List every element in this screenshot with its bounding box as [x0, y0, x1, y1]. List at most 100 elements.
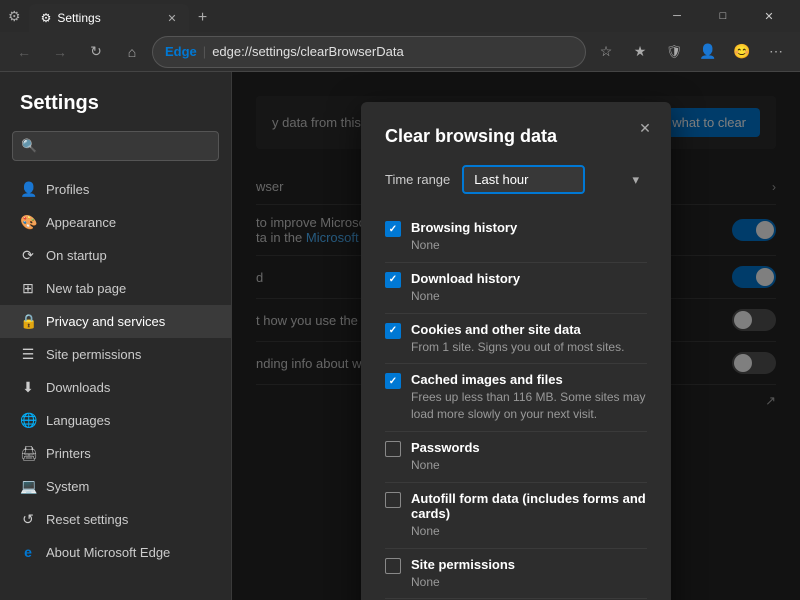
download-history-checkbox[interactable] [385, 272, 401, 288]
modal-title: Clear browsing data [385, 126, 647, 147]
address-separator: | [203, 44, 206, 59]
sidebar-item-profiles-label: Profiles [46, 182, 89, 197]
checkbox-cached: Cached images and files Frees up less th… [385, 364, 647, 432]
sidebar-item-system[interactable]: 💻 System [0, 470, 231, 503]
sidebar-item-system-label: System [46, 479, 89, 494]
cookies-title: Cookies and other site data [411, 322, 624, 337]
browsing-history-title: Browsing history [411, 220, 517, 235]
sidebar-item-appearance[interactable]: 🎨 Appearance [0, 206, 231, 239]
refresh-button[interactable]: ↻ [80, 36, 112, 68]
sidebar-item-printers[interactable]: 🖨 Printers [0, 437, 231, 470]
sidebar-item-downloads-label: Downloads [46, 380, 110, 395]
account-button[interactable]: 👤 [692, 36, 724, 68]
emoji-icon[interactable]: 😊 [726, 36, 758, 68]
cookies-desc: From 1 site. Signs you out of most sites… [411, 339, 624, 356]
sidebar-item-site-permissions[interactable]: ☰ Site permissions [0, 338, 231, 371]
sidebar-item-downloads[interactable]: ⬇ Downloads [0, 371, 231, 404]
sidebar: Settings 🔍 👤 Profiles 🎨 Appearance ⟳ On … [0, 72, 232, 600]
sidebar-item-languages[interactable]: 🌐 Languages [0, 404, 231, 437]
system-icon: 💻 [20, 478, 36, 495]
cached-title: Cached images and files [411, 372, 647, 387]
printers-icon: 🖨 [20, 445, 36, 462]
more-menu-button[interactable]: ⋯ [760, 36, 792, 68]
sidebar-item-reset-label: Reset settings [46, 512, 128, 527]
passwords-checkbox[interactable] [385, 441, 401, 457]
autofill-title: Autofill form data (includes forms and c… [411, 491, 647, 521]
minimize-button[interactable]: ─ [654, 0, 700, 32]
autofill-checkbox[interactable] [385, 492, 401, 508]
new-tab-button[interactable]: + [189, 4, 217, 32]
time-range-select[interactable]: Last hour Last 24 hours Last 7 days Last… [462, 165, 585, 194]
modal-overlay: Clear browsing data ✕ Time range Last ho… [232, 72, 800, 600]
home-button[interactable]: ⌂ [116, 36, 148, 68]
favorites-icon[interactable]: ☆ [590, 36, 622, 68]
edge-icon: e [20, 544, 36, 560]
sidebar-item-about-label: About Microsoft Edge [46, 545, 170, 560]
download-history-content: Download history None [411, 271, 520, 305]
sidebar-item-appearance-label: Appearance [46, 215, 116, 230]
checkbox-download-history: Download history None [385, 263, 647, 314]
browsing-history-checkbox[interactable] [385, 221, 401, 237]
site-permissions-icon: ☰ [20, 346, 36, 363]
tab-area: ⚙ Settings ✕ + [29, 0, 646, 32]
cached-checkbox[interactable] [385, 373, 401, 389]
download-history-title: Download history [411, 271, 520, 286]
window-icon: ⚙ [8, 8, 21, 25]
checkbox-autofill: Autofill form data (includes forms and c… [385, 483, 647, 549]
sidebar-item-on-startup[interactable]: ⟳ On startup [0, 239, 231, 272]
toolbar: ← → ↻ ⌂ Edge | edge://settings/clearBrow… [0, 32, 800, 72]
checkbox-passwords: Passwords None [385, 432, 647, 483]
forward-button[interactable]: → [44, 36, 76, 68]
languages-icon: 🌐 [20, 412, 36, 429]
startup-icon: ⟳ [20, 247, 36, 264]
collections-icon[interactable]: ★ [624, 36, 656, 68]
sidebar-item-newtab-label: New tab page [46, 281, 126, 296]
sidebar-item-profiles[interactable]: 👤 Profiles [0, 173, 231, 206]
cookies-checkbox[interactable] [385, 323, 401, 339]
sidebar-item-about[interactable]: e About Microsoft Edge [0, 536, 231, 568]
time-range-row: Time range Last hour Last 24 hours Last … [385, 165, 647, 194]
site-permissions-desc: None [411, 574, 515, 591]
cached-content: Cached images and files Frees up less th… [411, 372, 647, 423]
passwords-content: Passwords None [411, 440, 480, 474]
settings-tab[interactable]: ⚙ Settings ✕ [29, 4, 189, 32]
site-permissions-content: Site permissions None [411, 557, 515, 591]
sidebar-item-siteperm-label: Site permissions [46, 347, 141, 362]
sidebar-item-reset[interactable]: ↺ Reset settings [0, 503, 231, 536]
window-controls: ─ □ ✕ [654, 0, 792, 32]
new-tab-icon: ⊞ [20, 280, 36, 297]
sidebar-item-privacy-label: Privacy and services [46, 314, 165, 329]
address-bar[interactable]: Edge | edge://settings/clearBrowserData [152, 36, 586, 68]
checkbox-cookies: Cookies and other site data From 1 site.… [385, 314, 647, 365]
edge-logo-icon: Edge [165, 44, 197, 59]
sidebar-item-new-tab[interactable]: ⊞ New tab page [0, 272, 231, 305]
tab-close-button[interactable]: ✕ [167, 12, 176, 25]
autofill-desc: None [411, 523, 647, 540]
time-range-select-wrapper[interactable]: Last hour Last 24 hours Last 7 days Last… [462, 165, 647, 194]
downloads-icon: ⬇ [20, 379, 36, 396]
time-range-label: Time range [385, 172, 450, 187]
toolbar-right: ☆ ★ 🛡 👤 😊 ⋯ [590, 36, 792, 68]
reset-icon: ↺ [20, 511, 36, 528]
site-permissions-checkbox[interactable] [385, 558, 401, 574]
close-button[interactable]: ✕ [746, 0, 792, 32]
title-bar: ⚙ ⚙ Settings ✕ + ─ □ ✕ [0, 0, 800, 32]
sidebar-title: Settings [0, 84, 231, 131]
back-button[interactable]: ← [8, 36, 40, 68]
browser-essentials-icon[interactable]: 🛡 [658, 36, 690, 68]
content-area: y data from this profile will be deleted… [232, 72, 800, 600]
autofill-content: Autofill form data (includes forms and c… [411, 491, 647, 540]
sidebar-item-privacy[interactable]: 🔒 Privacy and services [0, 305, 231, 338]
sidebar-item-languages-label: Languages [46, 413, 110, 428]
tab-icon: ⚙ [41, 11, 52, 25]
tab-label: Settings [57, 11, 100, 25]
site-permissions-title: Site permissions [411, 557, 515, 572]
sidebar-item-startup-label: On startup [46, 248, 107, 263]
sidebar-search[interactable]: 🔍 [12, 131, 219, 161]
modal-close-button[interactable]: ✕ [631, 114, 659, 142]
browsing-history-content: Browsing history None [411, 220, 517, 254]
maximize-button[interactable]: □ [700, 0, 746, 32]
address-text: edge://settings/clearBrowserData [212, 44, 573, 59]
sidebar-item-printers-label: Printers [46, 446, 91, 461]
cookies-content: Cookies and other site data From 1 site.… [411, 322, 624, 356]
